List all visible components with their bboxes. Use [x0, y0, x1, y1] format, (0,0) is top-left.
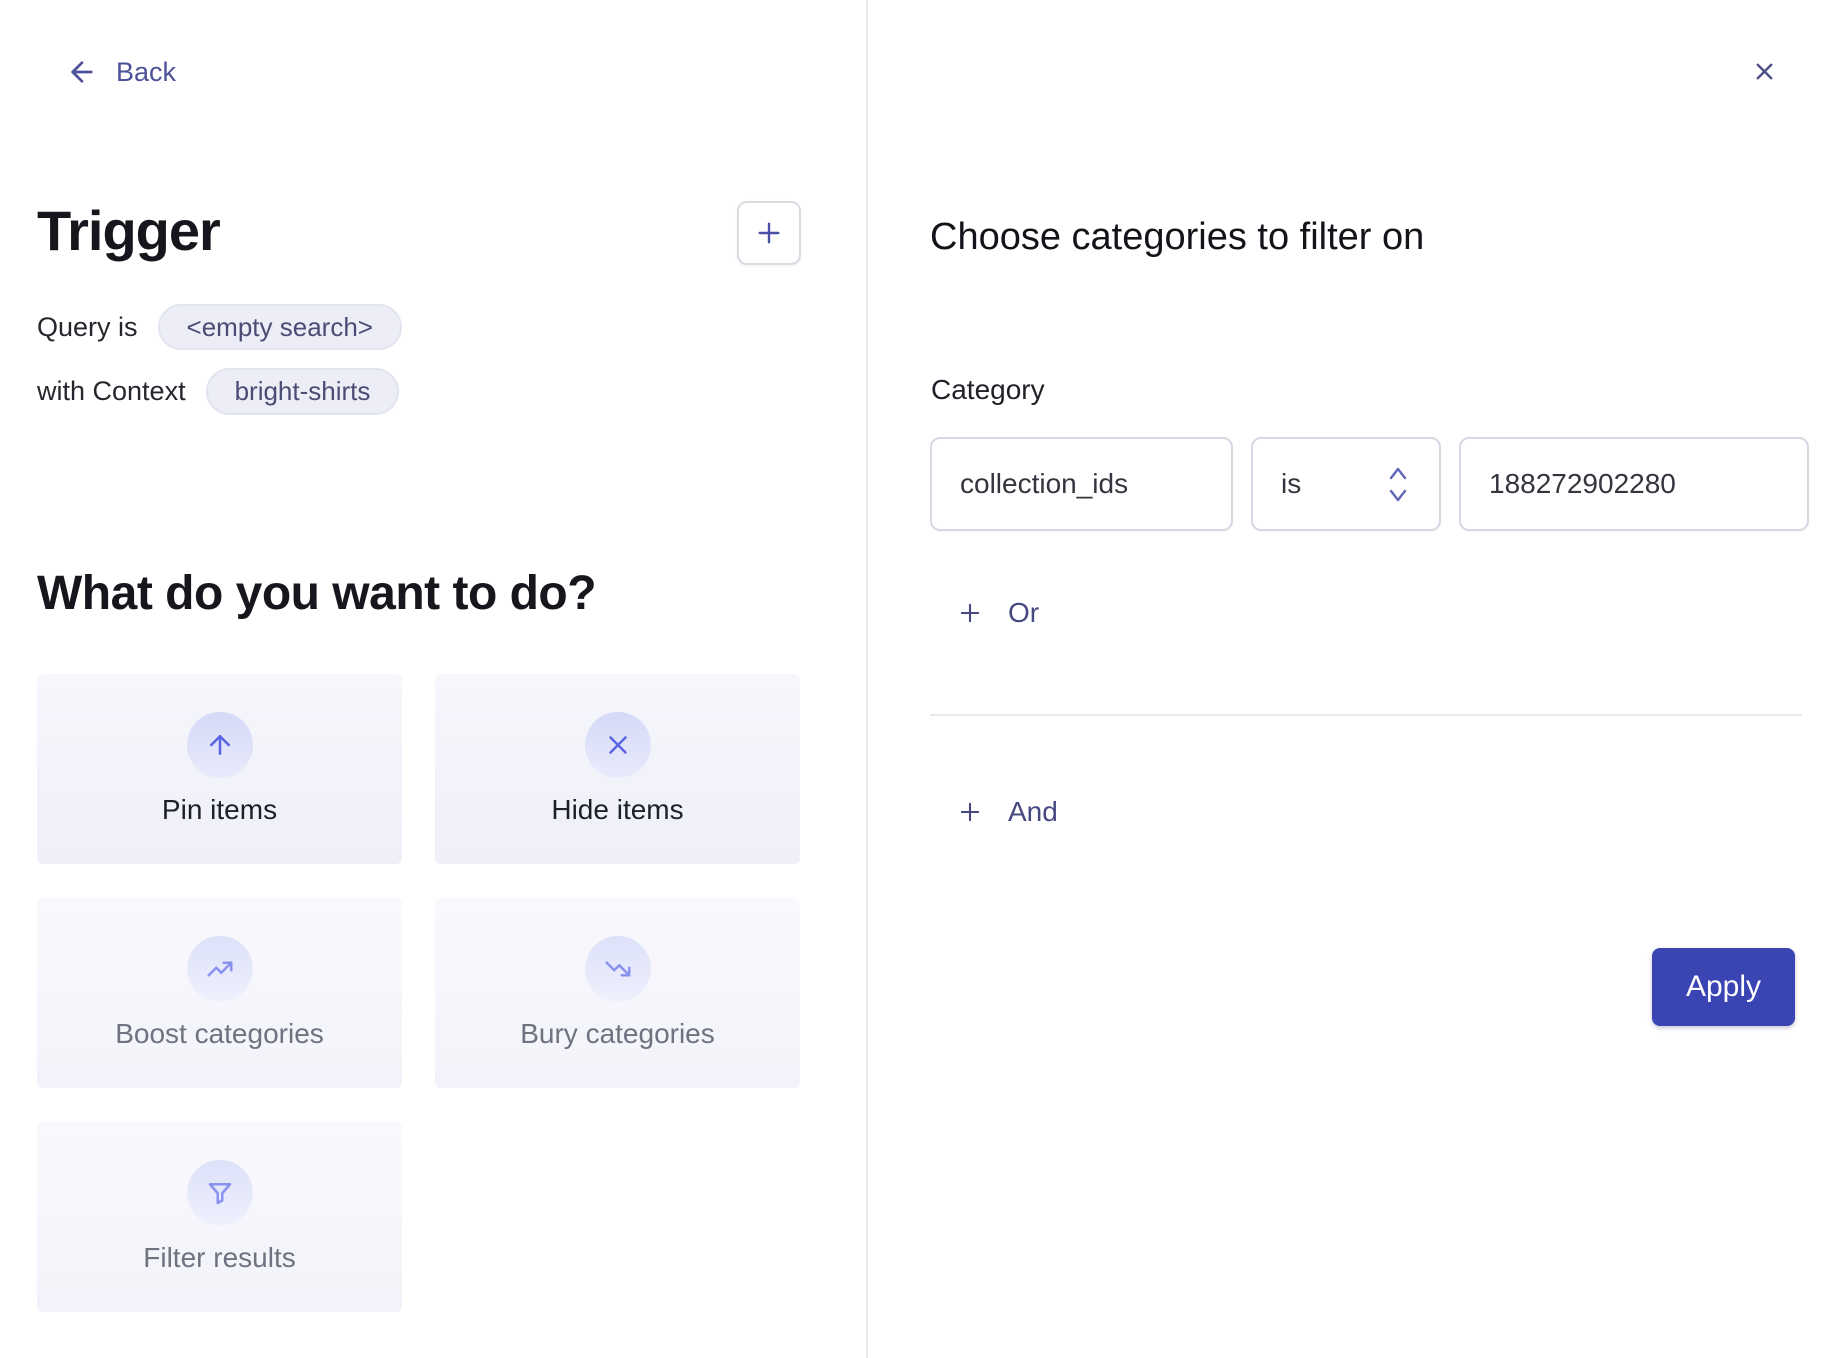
icon-circle — [187, 936, 253, 1002]
add-or-button[interactable]: Or — [956, 597, 1039, 629]
value-input[interactable] — [1459, 437, 1809, 531]
condition-group-divider — [930, 714, 1802, 716]
action-card-pin-items[interactable]: Pin items — [37, 674, 402, 864]
back-label: Back — [116, 57, 176, 88]
category-filter-row: is — [930, 437, 1809, 531]
card-label: Filter results — [143, 1242, 295, 1274]
arrow-up-icon — [205, 730, 235, 760]
action-card-hide-items[interactable]: Hide items — [435, 674, 800, 864]
close-button[interactable] — [1746, 53, 1782, 89]
page-title: Trigger — [37, 198, 220, 263]
chevron-down-icon — [1385, 487, 1411, 505]
action-card-boost-categories[interactable]: Boost categories — [37, 898, 402, 1088]
add-trigger-button[interactable] — [737, 201, 801, 265]
close-icon — [1751, 58, 1778, 85]
funnel-icon — [205, 1178, 235, 1208]
operator-select[interactable]: is — [1251, 437, 1441, 531]
operator-stepper-icons — [1385, 464, 1411, 505]
back-arrow-icon — [66, 56, 98, 88]
plus-icon — [956, 599, 984, 627]
context-value-pill[interactable]: bright-shirts — [206, 368, 400, 415]
icon-circle — [585, 936, 651, 1002]
actions-heading: What do you want to do? — [37, 566, 596, 621]
x-icon — [603, 730, 633, 760]
context-condition-row: with Context bright-shirts — [37, 368, 399, 415]
plus-icon — [956, 798, 984, 826]
icon-circle — [187, 1160, 253, 1226]
trending-up-icon — [205, 954, 235, 984]
dialog-heading: Choose categories to filter on — [930, 216, 1424, 259]
back-button[interactable]: Back — [66, 56, 176, 88]
icon-circle — [585, 712, 651, 778]
attribute-input[interactable] — [930, 437, 1233, 531]
trending-down-icon — [603, 954, 633, 984]
query-value-pill[interactable]: <empty search> — [158, 304, 402, 350]
trigger-setup-screen: Back Trigger Query is <empty search> wit… — [0, 0, 1842, 1358]
panel-divider — [866, 0, 868, 1358]
add-and-button[interactable]: And — [956, 796, 1058, 828]
and-label: And — [1008, 796, 1058, 828]
icon-circle — [187, 712, 253, 778]
query-condition-row: Query is <empty search> — [37, 304, 402, 350]
operator-value: is — [1281, 468, 1301, 500]
chevron-up-icon — [1385, 464, 1411, 482]
apply-button[interactable]: Apply — [1652, 948, 1795, 1026]
context-label: with Context — [37, 376, 186, 407]
category-label: Category — [931, 374, 1045, 406]
card-label: Hide items — [551, 794, 683, 826]
or-label: Or — [1008, 597, 1039, 629]
card-label: Bury categories — [520, 1018, 715, 1050]
plus-icon — [753, 217, 785, 249]
action-cards-grid: Pin items Hide items — [37, 674, 801, 1312]
query-label: Query is — [37, 312, 138, 343]
action-card-filter-results[interactable]: Filter results — [37, 1122, 402, 1312]
card-label: Boost categories — [115, 1018, 324, 1050]
card-label: Pin items — [162, 794, 277, 826]
action-card-bury-categories[interactable]: Bury categories — [435, 898, 800, 1088]
